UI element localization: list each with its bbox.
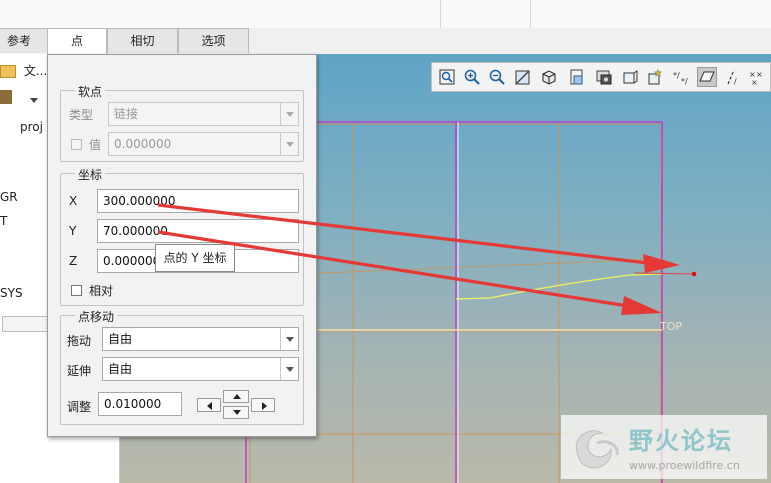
soft-point-group: 软点 类型 链接 值 0.000000 xyxy=(60,83,304,162)
extend-value: 自由 xyxy=(108,362,133,376)
x-label: X xyxy=(69,194,78,208)
dashboard-tabs: 参考 点 相切 选项 xyxy=(0,28,771,55)
arrow-right-icon xyxy=(262,402,267,410)
tab-point[interactable]: 点 xyxy=(47,28,107,55)
y-value: 70.000000 xyxy=(103,224,168,238)
svg-text:*/: */ xyxy=(681,77,688,86)
watermark-url: www.proewildfire.cn xyxy=(629,459,740,472)
relative-label: 相对 xyxy=(89,284,114,298)
svg-text:×: × xyxy=(751,78,758,86)
drag-label: 拖动 xyxy=(67,334,92,348)
tools-icon xyxy=(0,90,12,104)
value-checkbox[interactable] xyxy=(71,139,82,150)
perspective-icon[interactable] xyxy=(621,68,639,86)
z-label: Z xyxy=(69,254,78,268)
drag-value: 自由 xyxy=(108,332,133,346)
tab-options[interactable]: 选项 xyxy=(178,28,249,53)
tab-label: 相切 xyxy=(130,34,155,48)
tree-column-header: proj xyxy=(20,120,43,134)
point-move-legend: 点移动 xyxy=(75,308,118,325)
extend-label: 延伸 xyxy=(67,364,92,378)
adjust-input[interactable]: 0.010000 xyxy=(98,392,182,416)
value-label: 值 xyxy=(89,138,102,152)
arrow-up-icon xyxy=(233,394,241,399)
nudge-down-button[interactable] xyxy=(223,406,249,419)
tree-item-label: SYS xyxy=(0,286,23,300)
relative-checkbox[interactable] xyxy=(71,285,82,296)
folder-icon xyxy=(0,65,16,78)
display-style-icon[interactable] xyxy=(540,68,558,86)
plane-label: TOP xyxy=(659,320,682,333)
chevron-down-icon xyxy=(29,98,38,103)
tab-label: 点 xyxy=(70,34,83,48)
column-header-label: proj xyxy=(20,120,43,134)
annotation-icon[interactable] xyxy=(646,68,664,86)
arrow-down-icon xyxy=(233,410,241,415)
point-display-icon[interactable]: × ×× xyxy=(748,68,766,86)
zoom-fit-icon[interactable] xyxy=(438,68,456,86)
tooltip-text: 点的 Y 坐标 xyxy=(163,251,227,265)
toolbar-separator xyxy=(530,0,531,28)
tree-tools-icon[interactable] xyxy=(0,90,38,107)
type-select[interactable]: 链接 xyxy=(108,102,299,126)
plane-display-icon xyxy=(699,71,715,82)
extend-select[interactable]: 自由 xyxy=(102,357,299,381)
point-leader-line xyxy=(633,272,694,275)
y-coordinate-tooltip: 点的 Y 坐标 xyxy=(155,244,235,272)
datum-display-icon[interactable]: */*/ xyxy=(672,68,690,86)
z-value: 0.000000 xyxy=(103,254,161,268)
chevron-down-icon xyxy=(280,133,298,155)
datum-point[interactable] xyxy=(691,271,697,277)
view-manager-icon[interactable] xyxy=(595,68,613,86)
tree-item[interactable]: T xyxy=(0,214,7,228)
chevron-down-icon xyxy=(280,103,298,125)
svg-text:*/: */ xyxy=(673,71,680,80)
tab-tangent[interactable]: 相切 xyxy=(107,28,178,53)
y-coordinate-input[interactable]: 70.000000 xyxy=(97,219,299,243)
type-value: 链接 xyxy=(114,107,139,121)
value-combo[interactable]: 0.000000 xyxy=(108,132,299,156)
nudge-left-button[interactable] xyxy=(197,398,221,412)
x-coordinate-input[interactable]: 300.000000 xyxy=(97,189,299,213)
forum-watermark: 野火论坛 www.proewildfire.cn xyxy=(561,415,767,479)
tree-item[interactable]: SYS xyxy=(0,286,23,300)
nudge-up-button[interactable] xyxy=(223,390,249,403)
view-toolbar: */*/ / × × × xyxy=(431,62,771,92)
plane-display-toggle[interactable] xyxy=(697,67,717,87)
type-label: 类型 xyxy=(69,108,94,122)
zoom-out-icon[interactable] xyxy=(488,68,506,86)
svg-text:/: / xyxy=(734,77,737,86)
horizontal-scrollbar[interactable] xyxy=(2,316,48,332)
tab-label: 选项 xyxy=(201,34,226,48)
saved-views-icon[interactable] xyxy=(568,68,586,86)
drag-select[interactable]: 自由 xyxy=(102,327,299,351)
zoom-in-icon[interactable] xyxy=(463,68,481,86)
y-label: Y xyxy=(69,224,77,238)
x-value: 300.000000 xyxy=(103,194,176,208)
value-value: 0.000000 xyxy=(114,137,172,151)
folder-label: 文... xyxy=(23,64,48,78)
chevron-down-icon xyxy=(280,328,298,350)
toolbar-separator xyxy=(440,0,441,28)
tree-item-label: GR xyxy=(0,190,18,204)
repaint-icon[interactable] xyxy=(514,68,532,86)
watermark-title: 野火论坛 xyxy=(629,427,733,455)
flame-logo-icon xyxy=(575,430,619,469)
tab-label: 参考 xyxy=(6,34,31,48)
tab-reference[interactable]: 参考 xyxy=(0,28,48,53)
adjust-value: 0.010000 xyxy=(104,397,162,411)
nudge-right-button[interactable] xyxy=(251,398,275,412)
adjust-label: 调整 xyxy=(67,400,92,414)
chevron-down-icon xyxy=(280,358,298,380)
coordinates-legend: 坐标 xyxy=(75,166,106,183)
folder-button[interactable]: 文... xyxy=(0,62,47,79)
soft-point-legend: 软点 xyxy=(75,83,106,100)
top-toolbar-strip xyxy=(0,0,771,28)
coordinates-group: 坐标 X 300.000000 Y 70.000000 Z 0.000000 相… xyxy=(60,166,304,306)
axis-display-icon[interactable]: / xyxy=(724,68,742,86)
tree-item[interactable]: GR xyxy=(0,190,18,204)
tree-item-label: T xyxy=(0,214,8,228)
point-move-group: 点移动 拖动 自由 延伸 自由 调整 0.010000 xyxy=(60,308,304,425)
arrow-left-icon xyxy=(207,402,212,410)
